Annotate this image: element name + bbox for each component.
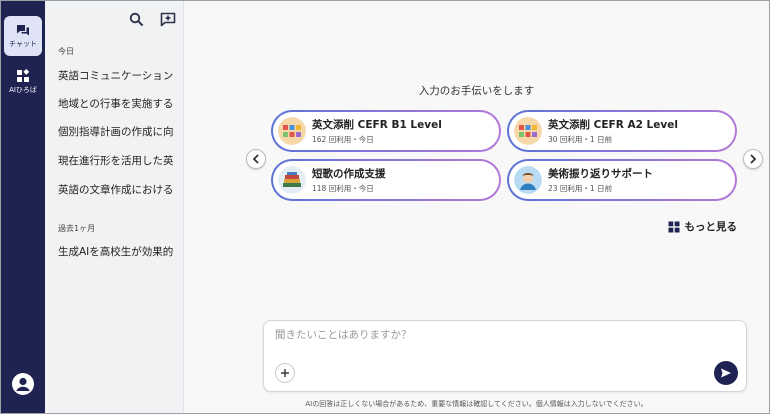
see-more-label: もっと見る [684,221,738,233]
attach-button[interactable] [275,363,295,383]
assistant-card-tanka[interactable]: 短歌の作成支援 118 回利用・今日 [271,159,501,201]
history-item[interactable]: 地域との行事を実施する [58,97,184,111]
grid-icon [668,221,679,232]
card-meta: 162 回利用・今日 [312,135,374,144]
chat-main: 入力のお手伝いをします 英文添削 CEFR B1 Level 162 回利用・今… [184,1,769,413]
sidebar-toolbar [127,10,177,28]
carousel-next-button[interactable] [743,149,763,169]
chat-icon [17,24,29,35]
message-composer [263,320,747,392]
widgets-icon [17,69,30,82]
history-group-today: 今日 [58,47,74,56]
assistant-card-a2[interactable]: 英文添削 CEFR A2 Level 30 回利用・1 日前 [507,110,737,152]
see-more-button[interactable]: もっと見る [668,219,738,234]
card-title: 短歌の作成支援 [312,168,386,180]
history-sidebar: 今日 英語コミュニケーション 地域との行事を実施する 個別指導計画の作成に向 現… [45,1,184,413]
rail-chat-label: チャット [9,39,37,48]
new-chat-button[interactable] [159,10,177,28]
account-icon [16,377,30,391]
history-item[interactable]: 生成AIを高校生が効果的 [58,245,184,259]
app-window: チャット AIひろば 今日 英語コミュニケーション 地域との行事を実施する 個別… [0,0,770,414]
history-item[interactable]: 英語の文章作成における [58,183,184,197]
artist-icon [514,166,542,194]
alphabet-blocks-icon [514,117,542,145]
card-meta: 30 回利用・1 日前 [548,135,613,144]
history-item[interactable]: 個別指導計画の作成に向 [58,125,184,139]
chevron-left-icon [252,154,259,164]
user-avatar[interactable] [12,373,34,395]
assistant-card-art[interactable]: 美術振り返りサポート 23 回利用・1 日前 [507,159,737,201]
rail-ai-label: AIひろば [9,86,37,94]
rail-item-ai-hiroba[interactable]: AIひろば [4,64,42,100]
nav-rail: チャット AIひろば [1,1,45,413]
history-item[interactable]: 現在進行形を活用した英 [58,154,184,168]
message-input[interactable] [275,327,715,349]
card-meta: 23 回利用・1 日前 [548,184,613,193]
history-item[interactable]: 英語コミュニケーション [58,69,184,83]
history-group-past-month: 過去1ヶ月 [58,224,96,233]
new-chat-icon [160,12,176,26]
prompt-title: 入力のお手伝いをします [418,85,535,97]
card-title: 英文添削 CEFR B1 Level [312,119,442,131]
card-title: 美術振り返りサポート [548,168,653,180]
search-icon [129,12,143,26]
plus-icon [281,369,289,377]
card-meta: 118 回利用・今日 [312,184,374,193]
assistant-card-b1[interactable]: 英文添削 CEFR B1 Level 162 回利用・今日 [271,110,501,152]
rail-item-chat[interactable]: チャット [4,16,42,56]
disclaimer-text: AIの回答は正しくない場合があるため、重要な情報は確認してください。個人情報は入… [305,400,648,408]
send-icon [721,368,731,378]
chevron-right-icon [750,154,757,164]
search-button[interactable] [127,10,145,28]
card-title: 英文添削 CEFR A2 Level [548,119,678,131]
alphabet-blocks-icon [278,117,306,145]
send-button[interactable] [714,361,738,385]
carousel-prev-button[interactable] [246,149,266,169]
books-icon [278,166,306,194]
